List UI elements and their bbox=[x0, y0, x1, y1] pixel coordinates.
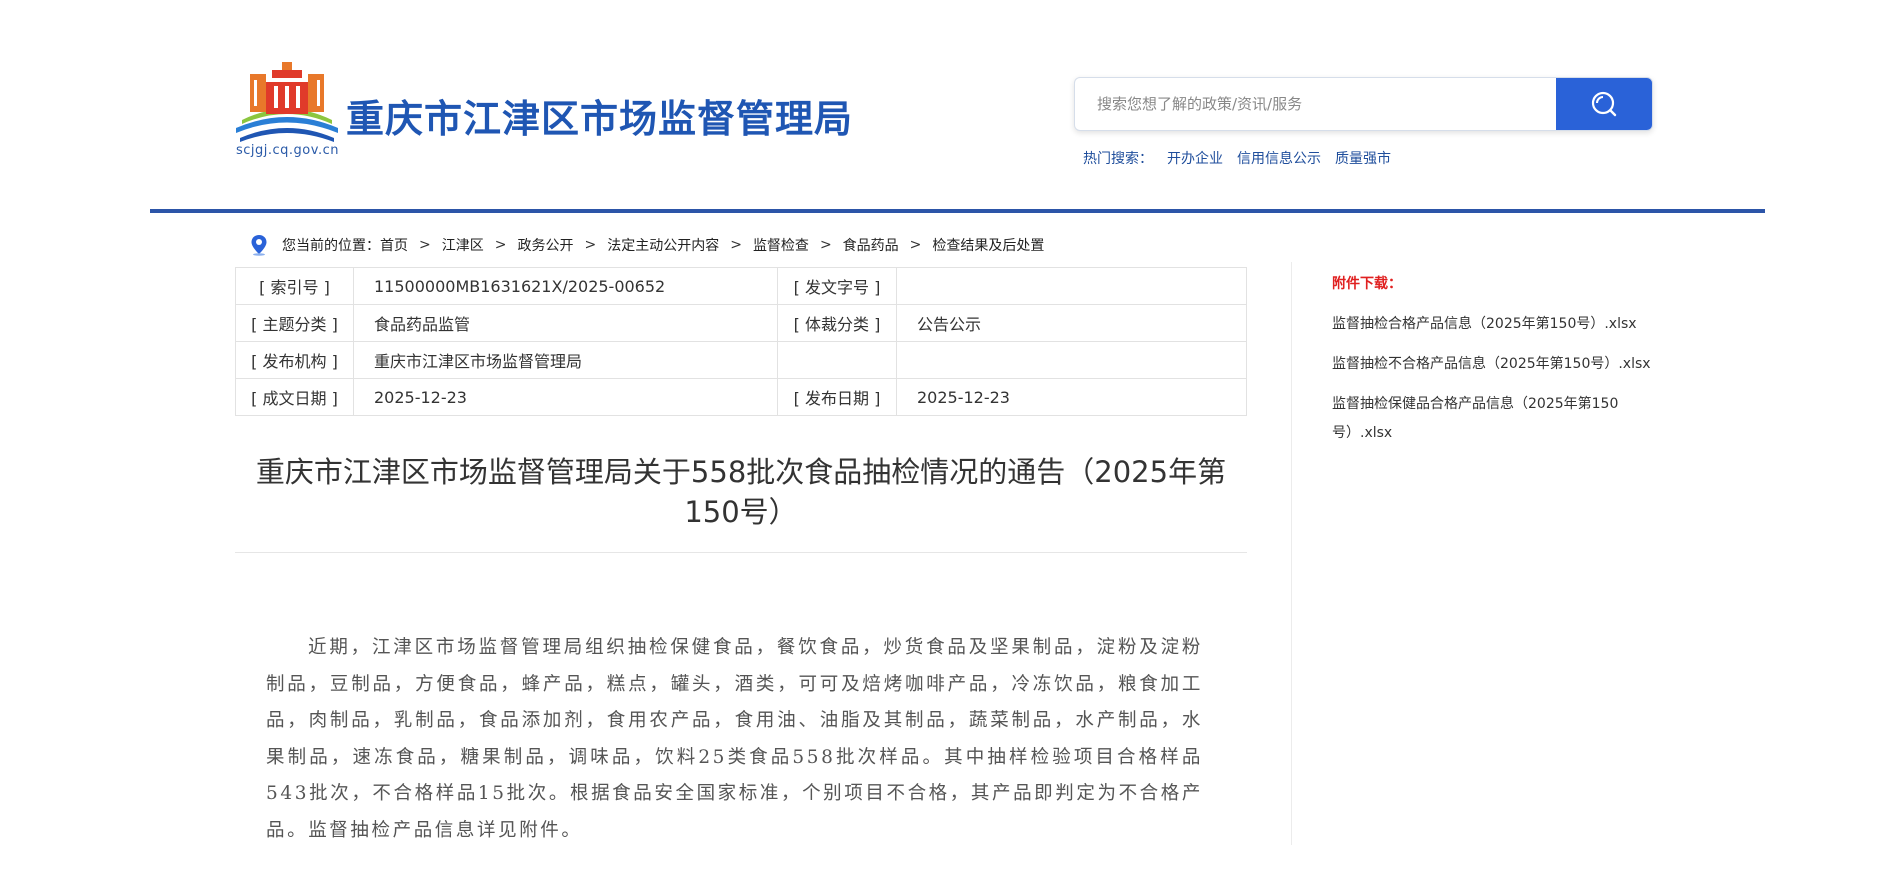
breadcrumb: 您当前的位置： 首页 > 江津区 > 政务公开 > 法定主动公开内容 > 监督检… bbox=[250, 234, 1044, 256]
breadcrumb-jiangjin[interactable]: 江津区 bbox=[442, 235, 484, 255]
meta-key: [ 发布机构 ] bbox=[235, 341, 354, 379]
meta-key: [ 主题分类 ] bbox=[235, 304, 354, 342]
attachment-link-unqualified[interactable]: 监督抽检不合格产品信息（2025年第150号）.xlsx bbox=[1332, 350, 1662, 379]
article-title: 重庆市江津区市场监督管理局关于558批次食品抽检情况的通告（2025年第150号… bbox=[255, 455, 1227, 529]
title-divider bbox=[235, 552, 1247, 553]
search-icon bbox=[1591, 91, 1617, 117]
header-divider bbox=[150, 209, 1765, 213]
breadcrumb-prefix: 您当前的位置： bbox=[282, 238, 380, 254]
breadcrumb-separator: > bbox=[419, 237, 431, 253]
breadcrumb-separator: > bbox=[494, 237, 507, 253]
hot-link-open-business[interactable]: 开办企业 bbox=[1167, 151, 1223, 167]
meta-value bbox=[896, 341, 1247, 379]
breadcrumb-food-drug[interactable]: 食品药品 bbox=[843, 235, 899, 255]
attachments-list: 监督抽检合格产品信息（2025年第150号）.xlsx 监督抽检不合格产品信息（… bbox=[1332, 310, 1662, 459]
breadcrumb-gov-affairs[interactable]: 政务公开 bbox=[517, 235, 573, 255]
meta-key: [ 成文日期 ] bbox=[235, 378, 354, 416]
table-row: [ 成文日期 ] 2025-12-23 [ 发布日期 ] 2025-12-23 bbox=[235, 378, 1247, 416]
meta-key: [ 索引号 ] bbox=[235, 267, 354, 305]
breadcrumb-results[interactable]: 检查结果及后处置 bbox=[932, 235, 1044, 255]
tiananmen-logo-icon[interactable] bbox=[236, 62, 338, 144]
meta-key: [ 发布日期 ] bbox=[777, 378, 897, 416]
table-row: [ 索引号 ] 11500000MB1631621X/2025-00652 [ … bbox=[235, 267, 1247, 305]
attachments-heading: 附件下载： bbox=[1332, 276, 1402, 292]
meta-value: 11500000MB1631621X/2025-00652 bbox=[353, 267, 778, 305]
breadcrumb-separator: > bbox=[909, 237, 922, 253]
meta-key bbox=[777, 341, 897, 379]
breadcrumb-separator: > bbox=[730, 237, 742, 253]
table-row: [ 主题分类 ] 食品药品监管 [ 体裁分类 ] 公告公示 bbox=[235, 304, 1247, 342]
hot-link-credit-info[interactable]: 信用信息公示 bbox=[1237, 151, 1321, 167]
breadcrumb-home[interactable]: 首页 bbox=[380, 235, 408, 255]
search-bar bbox=[1074, 77, 1653, 131]
meta-value: 公告公示 bbox=[896, 304, 1247, 342]
site-url: scjgj.cq.gov.cn bbox=[236, 143, 339, 158]
meta-key: [ 体裁分类 ] bbox=[777, 304, 897, 342]
location-pin-icon bbox=[251, 235, 267, 256]
meta-value: 重庆市江津区市场监督管理局 bbox=[353, 341, 778, 379]
article-body: 近期，江津区市场监督管理局组织抽检保健食品，餐饮食品，炒货食品及坚果制品，淀粉及… bbox=[266, 637, 1203, 841]
sidebar-divider bbox=[1291, 262, 1292, 845]
meta-value: 2025-12-23 bbox=[896, 378, 1247, 416]
hot-search-label: 热门搜索： bbox=[1083, 151, 1153, 167]
table-row: [ 发布机构 ] 重庆市江津区市场监督管理局 bbox=[235, 341, 1247, 379]
hot-search: 热门搜索： 开办企业 信用信息公示 质量强市 bbox=[1083, 148, 1391, 168]
breadcrumb-public-content[interactable]: 法定主动公开内容 bbox=[607, 235, 719, 255]
breadcrumb-inspection[interactable]: 监督检查 bbox=[753, 235, 809, 255]
hot-link-quality-city[interactable]: 质量强市 bbox=[1335, 151, 1391, 167]
site-header: scjgj.cq.gov.cn 重庆市江津区市场监督管理局 热门搜索： 开办企业信… bbox=[0, 0, 1882, 215]
meta-value: 食品药品监管 bbox=[353, 304, 778, 342]
breadcrumb-separator: > bbox=[819, 237, 832, 253]
attachment-link-qualified[interactable]: 监督抽检合格产品信息（2025年第150号）.xlsx bbox=[1332, 310, 1662, 339]
meta-key: [ 发文字号 ] bbox=[777, 267, 897, 305]
document-meta-table: [ 索引号 ] 11500000MB1631621X/2025-00652 [ … bbox=[235, 267, 1247, 416]
search-input[interactable] bbox=[1075, 78, 1579, 130]
meta-value: 2025-12-23 bbox=[353, 378, 778, 416]
search-button[interactable] bbox=[1556, 78, 1652, 130]
breadcrumb-separator: > bbox=[584, 237, 597, 253]
site-title[interactable]: 重庆市江津区市场监督管理局 bbox=[346, 88, 853, 143]
meta-value bbox=[896, 267, 1247, 305]
attachment-link-health-food[interactable]: 监督抽检保健品合格产品信息（2025年第150号）.xlsx bbox=[1332, 390, 1662, 448]
